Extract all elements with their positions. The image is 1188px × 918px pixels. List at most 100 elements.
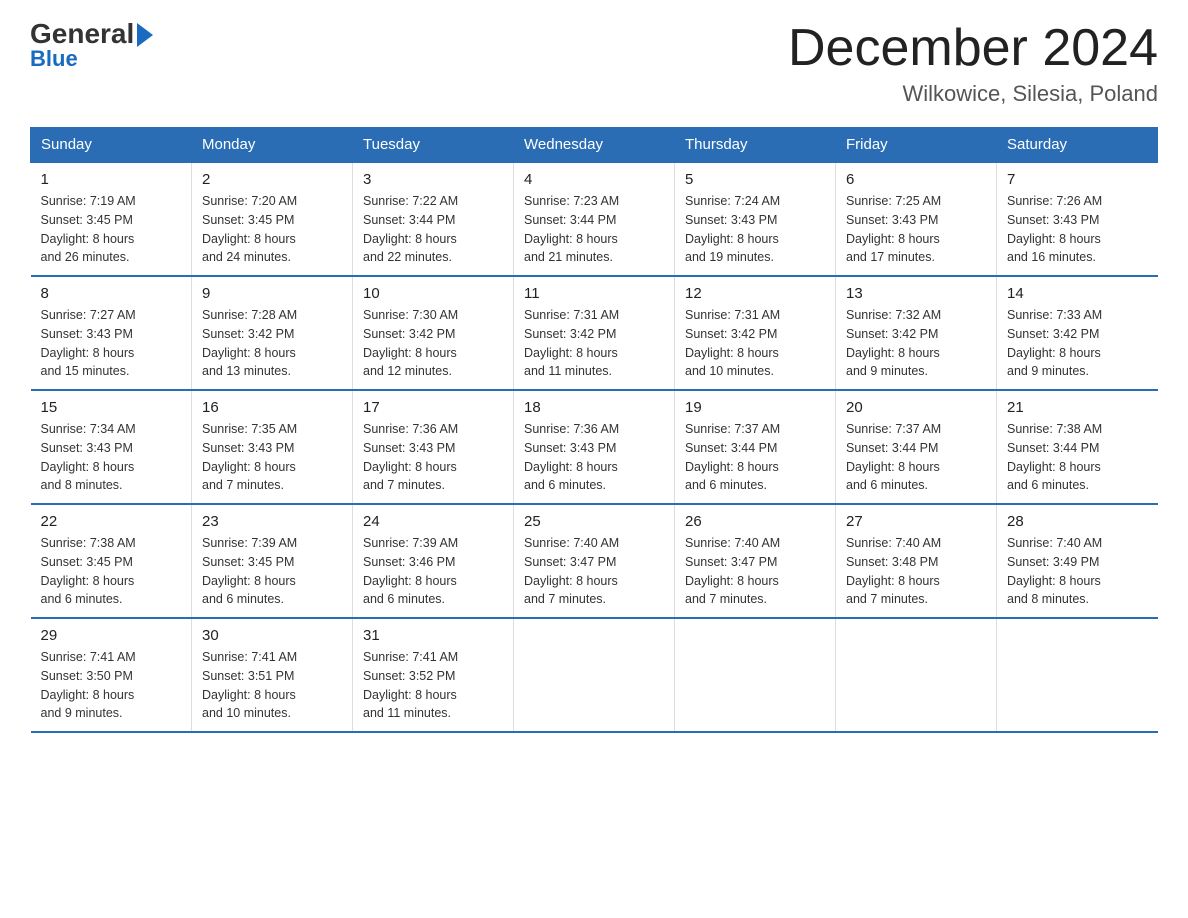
calendar-week-row: 22 Sunrise: 7:38 AMSunset: 3:45 PMDayligh… (31, 504, 1158, 618)
calendar-cell: 22 Sunrise: 7:38 AMSunset: 3:45 PMDayligh… (31, 504, 192, 618)
day-number: 9 (202, 285, 342, 302)
calendar-cell: 19 Sunrise: 7:37 AMSunset: 3:44 PMDayligh… (675, 390, 836, 504)
calendar-cell: 16 Sunrise: 7:35 AMSunset: 3:43 PMDayligh… (192, 390, 353, 504)
calendar-cell (836, 618, 997, 732)
day-number: 1 (41, 171, 182, 188)
calendar-cell: 6Sunrise: 7:25 AMSunset: 3:43 PMDaylight… (836, 162, 997, 276)
col-wednesday: Wednesday (514, 128, 675, 163)
calendar-cell: 12Sunrise: 7:31 AMSunset: 3:42 PMDayligh… (675, 276, 836, 390)
day-info: Sunrise: 7:30 AMSunset: 3:42 PMDaylight:… (363, 306, 503, 381)
calendar-cell: 23 Sunrise: 7:39 AMSunset: 3:45 PMDayligh… (192, 504, 353, 618)
day-number: 2 (202, 171, 342, 188)
col-monday: Monday (192, 128, 353, 163)
calendar-cell: 7 Sunrise: 7:26 AMSunset: 3:43 PMDaylight… (997, 162, 1158, 276)
day-number: 18 (524, 399, 664, 416)
day-number: 28 (1007, 513, 1148, 530)
calendar-cell: 27Sunrise: 7:40 AMSunset: 3:48 PMDayligh… (836, 504, 997, 618)
calendar-week-row: 15Sunrise: 7:34 AMSunset: 3:43 PMDayligh… (31, 390, 1158, 504)
day-info: Sunrise: 7:40 AMSunset: 3:47 PMDaylight:… (524, 534, 664, 609)
day-number: 7 (1007, 171, 1148, 188)
calendar-cell: 30 Sunrise: 7:41 AMSunset: 3:51 PMDayligh… (192, 618, 353, 732)
col-friday: Friday (836, 128, 997, 163)
day-info: Sunrise: 7:28 AMSunset: 3:42 PMDaylight:… (202, 306, 342, 381)
calendar-cell: 21Sunrise: 7:38 AMSunset: 3:44 PMDayligh… (997, 390, 1158, 504)
day-number: 27 (846, 513, 986, 530)
logo-blue: Blue (30, 46, 78, 72)
day-info: Sunrise: 7:31 AMSunset: 3:42 PMDaylight:… (524, 306, 664, 381)
day-number: 17 (363, 399, 503, 416)
day-info: Sunrise: 7:40 AMSunset: 3:49 PMDaylight:… (1007, 534, 1148, 609)
calendar-cell: 26Sunrise: 7:40 AMSunset: 3:47 PMDayligh… (675, 504, 836, 618)
day-info: Sunrise: 7:27 AMSunset: 3:43 PMDaylight:… (41, 306, 182, 381)
day-number: 14 (1007, 285, 1148, 302)
col-thursday: Thursday (675, 128, 836, 163)
calendar-cell: 17 Sunrise: 7:36 AMSunset: 3:43 PMDayligh… (353, 390, 514, 504)
day-info: Sunrise: 7:38 AMSunset: 3:44 PMDaylight:… (1007, 420, 1148, 495)
calendar-header-row: Sunday Monday Tuesday Wednesday Thursday… (31, 128, 1158, 163)
day-number: 16 (202, 399, 342, 416)
day-info: Sunrise: 7:35 AMSunset: 3:43 PMDaylight:… (202, 420, 342, 495)
title-block: December 2024 Wilkowice, Silesia, Poland (788, 20, 1158, 107)
calendar-cell: 13Sunrise: 7:32 AMSunset: 3:42 PMDayligh… (836, 276, 997, 390)
day-number: 26 (685, 513, 825, 530)
location-subtitle: Wilkowice, Silesia, Poland (788, 81, 1158, 107)
day-info: Sunrise: 7:41 AMSunset: 3:51 PMDaylight:… (202, 648, 342, 723)
calendar-cell: 8 Sunrise: 7:27 AMSunset: 3:43 PMDaylight… (31, 276, 192, 390)
page-header: General Blue December 2024 Wilkowice, Si… (30, 20, 1158, 107)
day-info: Sunrise: 7:37 AMSunset: 3:44 PMDaylight:… (685, 420, 825, 495)
day-info: Sunrise: 7:39 AMSunset: 3:45 PMDaylight:… (202, 534, 342, 609)
day-number: 3 (363, 171, 503, 188)
calendar-cell (997, 618, 1158, 732)
day-number: 31 (363, 627, 503, 644)
calendar-cell: 31 Sunrise: 7:41 AMSunset: 3:52 PMDayligh… (353, 618, 514, 732)
calendar-cell: 5 Sunrise: 7:24 AMSunset: 3:43 PMDaylight… (675, 162, 836, 276)
calendar-cell: 4 Sunrise: 7:23 AMSunset: 3:44 PMDaylight… (514, 162, 675, 276)
calendar-cell: 25Sunrise: 7:40 AMSunset: 3:47 PMDayligh… (514, 504, 675, 618)
calendar-cell: 9 Sunrise: 7:28 AMSunset: 3:42 PMDaylight… (192, 276, 353, 390)
logo-arrow-icon (137, 23, 153, 47)
calendar-cell: 11 Sunrise: 7:31 AMSunset: 3:42 PMDayligh… (514, 276, 675, 390)
day-info: Sunrise: 7:25 AMSunset: 3:43 PMDaylight:… (846, 192, 986, 267)
day-info: Sunrise: 7:39 AMSunset: 3:46 PMDaylight:… (363, 534, 503, 609)
calendar-cell: 18 Sunrise: 7:36 AMSunset: 3:43 PMDayligh… (514, 390, 675, 504)
day-number: 22 (41, 513, 182, 530)
day-number: 5 (685, 171, 825, 188)
day-info: Sunrise: 7:20 AMSunset: 3:45 PMDaylight:… (202, 192, 342, 267)
day-info: Sunrise: 7:37 AMSunset: 3:44 PMDaylight:… (846, 420, 986, 495)
day-number: 19 (685, 399, 825, 416)
day-number: 29 (41, 627, 182, 644)
calendar-cell: 28 Sunrise: 7:40 AMSunset: 3:49 PMDayligh… (997, 504, 1158, 618)
col-tuesday: Tuesday (353, 128, 514, 163)
day-info: Sunrise: 7:19 AMSunset: 3:45 PMDaylight:… (41, 192, 182, 267)
day-info: Sunrise: 7:34 AMSunset: 3:43 PMDaylight:… (41, 420, 182, 495)
calendar-cell: 1 Sunrise: 7:19 AMSunset: 3:45 PMDaylight… (31, 162, 192, 276)
calendar-cell: 20Sunrise: 7:37 AMSunset: 3:44 PMDayligh… (836, 390, 997, 504)
day-info: Sunrise: 7:36 AMSunset: 3:43 PMDaylight:… (524, 420, 664, 495)
calendar-table: Sunday Monday Tuesday Wednesday Thursday… (30, 127, 1158, 733)
day-info: Sunrise: 7:41 AMSunset: 3:52 PMDaylight:… (363, 648, 503, 723)
day-number: 30 (202, 627, 342, 644)
day-info: Sunrise: 7:26 AMSunset: 3:43 PMDaylight:… (1007, 192, 1148, 267)
calendar-week-row: 1 Sunrise: 7:19 AMSunset: 3:45 PMDaylight… (31, 162, 1158, 276)
day-info: Sunrise: 7:23 AMSunset: 3:44 PMDaylight:… (524, 192, 664, 267)
day-number: 8 (41, 285, 182, 302)
day-info: Sunrise: 7:38 AMSunset: 3:45 PMDaylight:… (41, 534, 182, 609)
calendar-cell: 15Sunrise: 7:34 AMSunset: 3:43 PMDayligh… (31, 390, 192, 504)
calendar-cell (514, 618, 675, 732)
day-number: 23 (202, 513, 342, 530)
calendar-cell: 3 Sunrise: 7:22 AMSunset: 3:44 PMDaylight… (353, 162, 514, 276)
calendar-cell: 2 Sunrise: 7:20 AMSunset: 3:45 PMDaylight… (192, 162, 353, 276)
day-number: 11 (524, 285, 664, 302)
calendar-cell: 10 Sunrise: 7:30 AMSunset: 3:42 PMDayligh… (353, 276, 514, 390)
day-number: 10 (363, 285, 503, 302)
logo-general: General (30, 20, 153, 48)
day-number: 4 (524, 171, 664, 188)
day-info: Sunrise: 7:24 AMSunset: 3:43 PMDaylight:… (685, 192, 825, 267)
day-info: Sunrise: 7:32 AMSunset: 3:42 PMDaylight:… (846, 306, 986, 381)
day-info: Sunrise: 7:36 AMSunset: 3:43 PMDaylight:… (363, 420, 503, 495)
col-sunday: Sunday (31, 128, 192, 163)
calendar-week-row: 29Sunrise: 7:41 AMSunset: 3:50 PMDayligh… (31, 618, 1158, 732)
day-info: Sunrise: 7:31 AMSunset: 3:42 PMDaylight:… (685, 306, 825, 381)
day-info: Sunrise: 7:22 AMSunset: 3:44 PMDaylight:… (363, 192, 503, 267)
calendar-cell: 29Sunrise: 7:41 AMSunset: 3:50 PMDayligh… (31, 618, 192, 732)
